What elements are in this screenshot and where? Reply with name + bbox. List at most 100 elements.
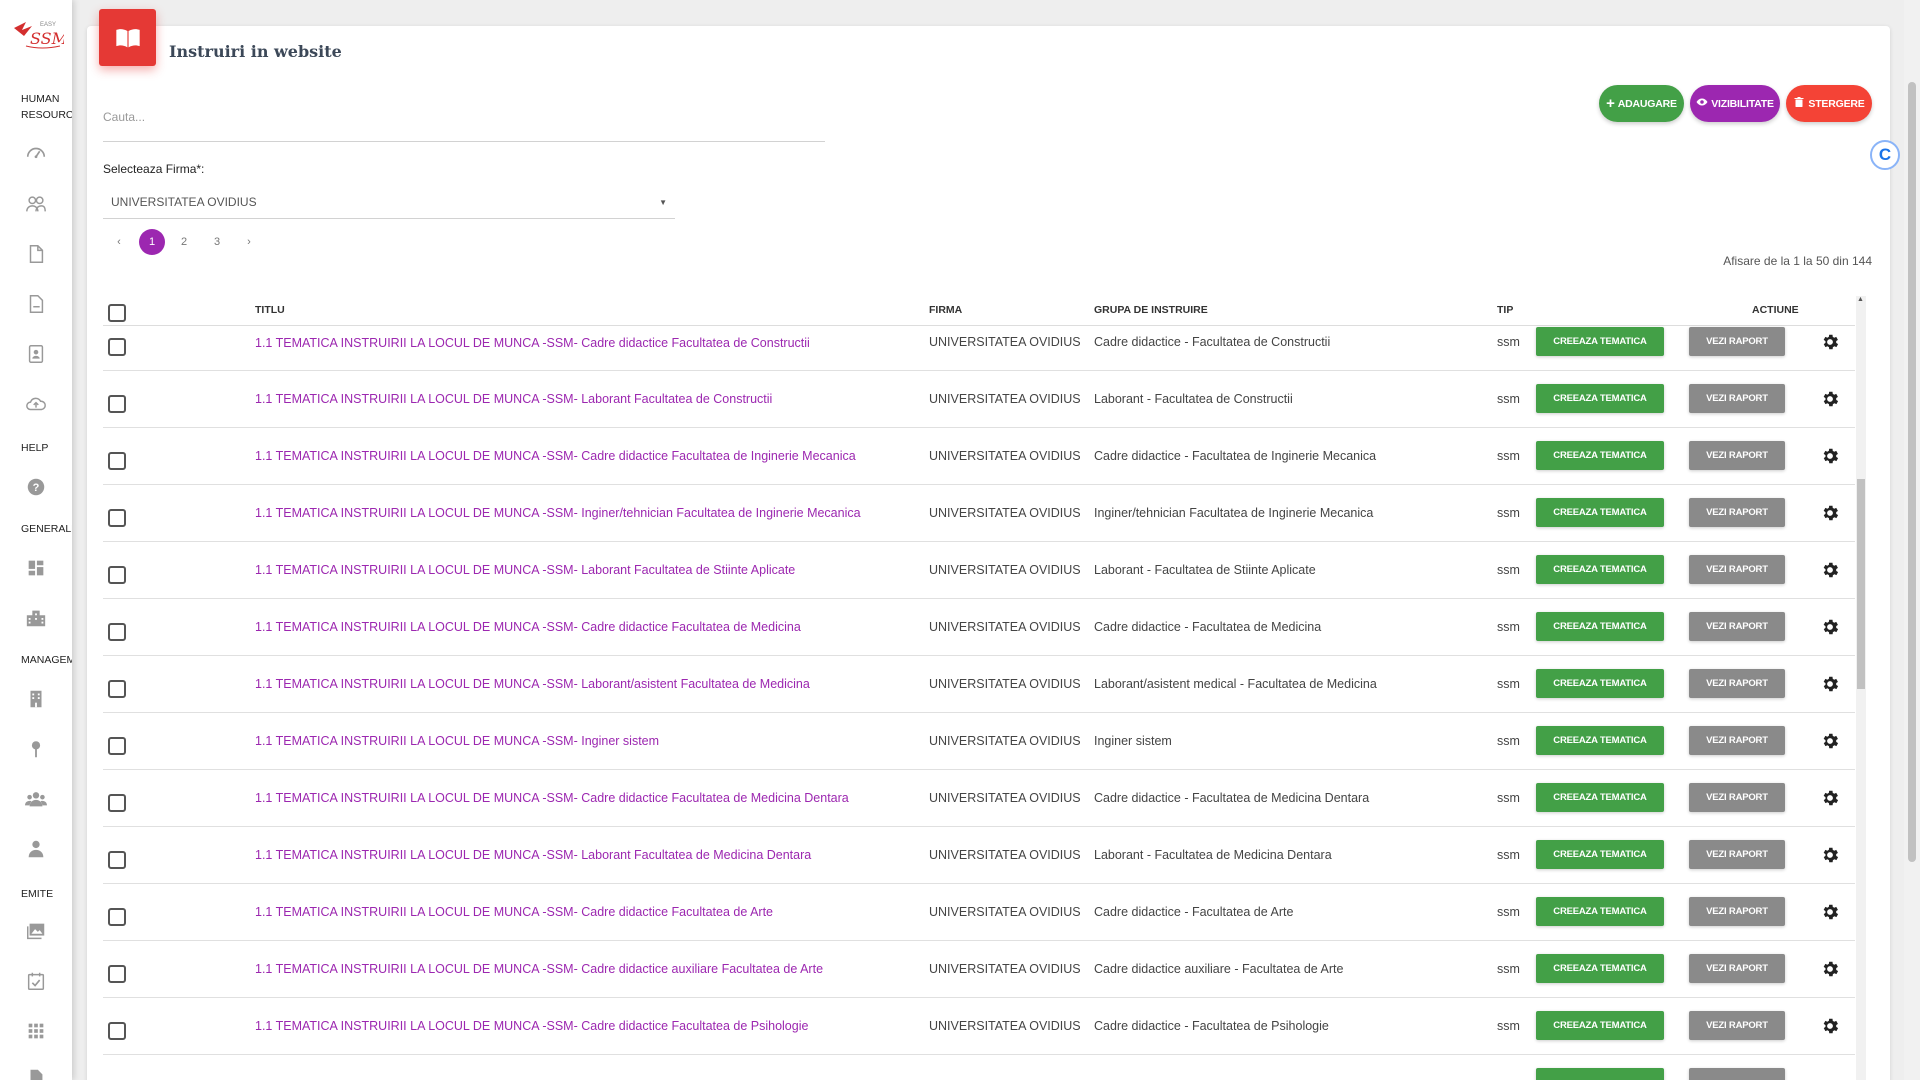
table-scrollbar-thumb[interactable] bbox=[1857, 479, 1865, 689]
view-report-button[interactable]: VEZI RAPORT bbox=[1689, 954, 1785, 983]
view-report-button[interactable]: VEZI RAPORT bbox=[1689, 327, 1785, 356]
document-icon[interactable] bbox=[22, 240, 50, 268]
gear-icon[interactable] bbox=[1820, 788, 1840, 808]
row-title-link[interactable]: 1.1 TEMATICA INSTRUIRII LA LOCUL DE MUNC… bbox=[255, 884, 773, 940]
pagination-next[interactable]: › bbox=[242, 229, 256, 255]
create-tematica-button[interactable]: CREEAZA TEMATICA bbox=[1536, 555, 1664, 584]
create-tematica-button[interactable] bbox=[1536, 1068, 1664, 1080]
view-report-button[interactable]: VEZI RAPORT bbox=[1689, 441, 1785, 470]
building-icon[interactable] bbox=[22, 604, 50, 632]
create-tematica-button[interactable]: CREEAZA TEMATICA bbox=[1536, 840, 1664, 869]
row-checkbox[interactable] bbox=[108, 965, 126, 983]
row-checkbox[interactable] bbox=[108, 794, 126, 812]
group-icon[interactable] bbox=[22, 785, 50, 813]
grid-icon[interactable] bbox=[22, 554, 50, 582]
gear-icon[interactable] bbox=[1820, 674, 1840, 694]
view-report-button[interactable]: VEZI RAPORT bbox=[1689, 555, 1785, 584]
row-title-link[interactable]: 1.1 TEMATICA INSTRUIRII LA LOCUL DE MUNC… bbox=[255, 314, 810, 371]
row-title-link[interactable]: 1.1 TEMATICA INSTRUIRII LA LOCUL DE MUNC… bbox=[255, 542, 795, 598]
gear-icon[interactable] bbox=[1820, 503, 1840, 523]
row-title-link[interactable]: 1.1 TEMATICA INSTRUIRII LA LOCUL DE MUNC… bbox=[255, 713, 659, 769]
gear-icon[interactable] bbox=[1820, 446, 1840, 466]
pagination-prev[interactable]: ‹ bbox=[112, 229, 126, 255]
view-report-button[interactable]: VEZI RAPORT bbox=[1689, 669, 1785, 698]
row-checkbox[interactable] bbox=[108, 452, 126, 470]
row-title-link[interactable]: 1.1 TEMATICA INSTRUIRII LA LOCUL DE MUNC… bbox=[255, 371, 772, 427]
users-icon[interactable] bbox=[22, 190, 50, 218]
delete-button[interactable]: STERGERE bbox=[1786, 85, 1872, 122]
photos-icon[interactable] bbox=[22, 917, 50, 945]
table-scrollbar[interactable]: ▲ bbox=[1856, 296, 1866, 1080]
row-checkbox[interactable] bbox=[108, 395, 126, 413]
row-title-link[interactable]: 1.1 TEMATICA INSTRUIRII LA LOCUL DE MUNC… bbox=[255, 998, 808, 1054]
row-title-link[interactable]: 1.1 TEMATICA INSTRUIRII LA LOCUL DE MUNC… bbox=[255, 485, 861, 541]
pagination-page-1[interactable]: 1 bbox=[139, 229, 165, 255]
row-title-link[interactable]: 1.1 TEMATICA INSTRUIRII LA LOCUL DE MUNC… bbox=[255, 770, 849, 826]
row-title-link[interactable]: 1.1 TEMATICA INSTRUIRII LA LOCUL DE MUNC… bbox=[255, 428, 856, 484]
page-scrollbar-thumb[interactable] bbox=[1908, 82, 1916, 862]
gear-icon[interactable] bbox=[1820, 1016, 1840, 1036]
row-checkbox[interactable] bbox=[108, 737, 126, 755]
view-report-button[interactable]: VEZI RAPORT bbox=[1689, 840, 1785, 869]
create-tematica-button[interactable]: CREEAZA TEMATICA bbox=[1536, 726, 1664, 755]
row-checkbox[interactable] bbox=[108, 908, 126, 926]
calendar-check-icon[interactable] bbox=[22, 967, 50, 995]
gear-icon[interactable] bbox=[1820, 845, 1840, 865]
create-tematica-button[interactable]: CREEAZA TEMATICA bbox=[1536, 384, 1664, 413]
location-pin-icon[interactable] bbox=[22, 735, 50, 763]
create-tematica-button[interactable]: CREEAZA TEMATICA bbox=[1536, 327, 1664, 356]
scroll-up-arrow-icon[interactable]: ▲ bbox=[1857, 296, 1864, 303]
gear-icon[interactable] bbox=[1820, 617, 1840, 637]
floating-helper-icon[interactable]: C bbox=[1870, 140, 1900, 170]
view-report-button[interactable]: VEZI RAPORT bbox=[1689, 1011, 1785, 1040]
gear-icon[interactable] bbox=[1820, 389, 1840, 409]
row-title-link[interactable]: 1.1 TEMATICA INSTRUIRII LA LOCUL DE MUNC… bbox=[255, 827, 811, 883]
dashboard-icon[interactable] bbox=[22, 140, 50, 168]
create-tematica-button[interactable]: CREEAZA TEMATICA bbox=[1536, 897, 1664, 926]
row-checkbox[interactable] bbox=[108, 566, 126, 584]
office-icon[interactable] bbox=[22, 685, 50, 713]
document-edit-icon[interactable] bbox=[22, 290, 50, 318]
add-button[interactable]: + ADAUGARE bbox=[1599, 85, 1684, 122]
row-checkbox[interactable] bbox=[108, 623, 126, 641]
row-checkbox[interactable] bbox=[108, 851, 126, 869]
view-report-button[interactable]: VEZI RAPORT bbox=[1689, 612, 1785, 641]
gear-icon[interactable] bbox=[1820, 731, 1840, 751]
create-tematica-button[interactable]: CREEAZA TEMATICA bbox=[1536, 1011, 1664, 1040]
row-checkbox[interactable] bbox=[108, 509, 126, 527]
create-tematica-button[interactable]: CREEAZA TEMATICA bbox=[1536, 441, 1664, 470]
apps-icon[interactable] bbox=[22, 1017, 50, 1045]
page-scrollbar[interactable] bbox=[1904, 0, 1920, 1080]
row-title-link[interactable]: 1.1 TEMATICA INSTRUIRII LA LOCUL DE MUNC… bbox=[255, 599, 801, 655]
create-tematica-button[interactable]: CREEAZA TEMATICA bbox=[1536, 612, 1664, 641]
badge-icon[interactable] bbox=[22, 340, 50, 368]
view-report-button[interactable]: VEZI RAPORT bbox=[1689, 783, 1785, 812]
gear-icon[interactable] bbox=[1820, 902, 1840, 922]
view-report-button[interactable]: VEZI RAPORT bbox=[1689, 897, 1785, 926]
row-title-link[interactable]: 1.1 TEMATICA INSTRUIRII LA LOCUL DE MUNC… bbox=[255, 656, 810, 712]
gear-icon[interactable] bbox=[1820, 332, 1840, 352]
create-tematica-button[interactable]: CREEAZA TEMATICA bbox=[1536, 669, 1664, 698]
view-report-button[interactable]: VEZI RAPORT bbox=[1689, 384, 1785, 413]
easy-ssm-logo[interactable]: EASY SSM bbox=[12, 18, 69, 52]
search-input[interactable] bbox=[103, 92, 825, 142]
view-report-button[interactable] bbox=[1689, 1068, 1785, 1080]
cloud-upload-icon[interactable] bbox=[22, 390, 50, 418]
view-report-button[interactable]: VEZI RAPORT bbox=[1689, 726, 1785, 755]
pagination-page-3[interactable]: 3 bbox=[210, 229, 224, 255]
firm-select[interactable]: UNIVERSITATEA OVIDIUS ▼ bbox=[103, 186, 675, 219]
pagination-page-2[interactable]: 2 bbox=[177, 229, 191, 255]
create-tematica-button[interactable]: CREEAZA TEMATICA bbox=[1536, 783, 1664, 812]
gear-icon[interactable] bbox=[1820, 560, 1840, 580]
user-icon[interactable] bbox=[22, 835, 50, 863]
create-tematica-button[interactable]: CREEAZA TEMATICA bbox=[1536, 498, 1664, 527]
row-checkbox[interactable] bbox=[108, 338, 126, 356]
help-icon[interactable]: ? bbox=[22, 473, 50, 501]
gear-icon[interactable] bbox=[1820, 959, 1840, 979]
row-checkbox[interactable] bbox=[108, 680, 126, 698]
view-report-button[interactable]: VEZI RAPORT bbox=[1689, 498, 1785, 527]
row-title-link[interactable]: 1.1 TEMATICA INSTRUIRII LA LOCUL DE MUNC… bbox=[255, 941, 823, 997]
create-tematica-button[interactable]: CREEAZA TEMATICA bbox=[1536, 954, 1664, 983]
file-icon[interactable] bbox=[22, 1064, 50, 1080]
visibility-button[interactable]: VIZIBILITATE bbox=[1690, 85, 1780, 122]
